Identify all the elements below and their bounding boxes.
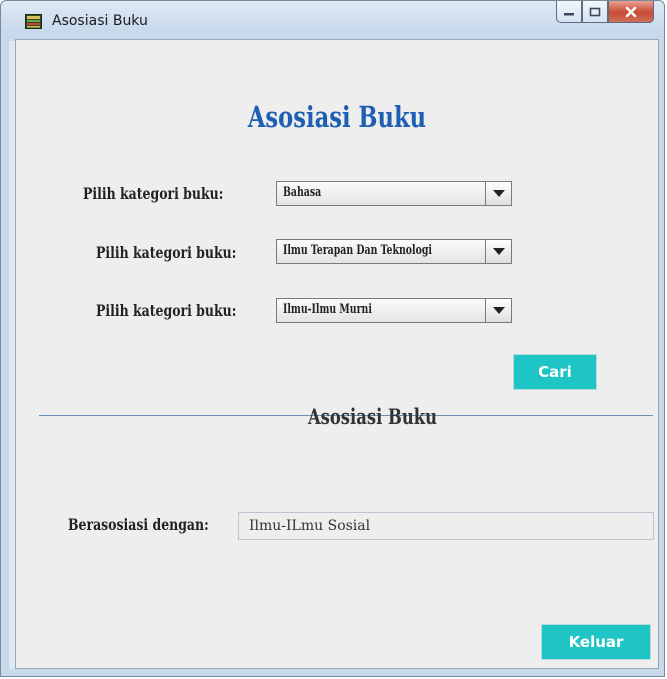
category-select-1[interactable]: Bahasa (276, 181, 512, 206)
chevron-down-icon (492, 248, 505, 255)
result-heading: Asosiasi Buku (307, 404, 438, 429)
close-icon (625, 6, 637, 17)
window-title: Asosiasi Buku (52, 13, 148, 29)
chevron-down-icon (492, 190, 505, 197)
title-bar[interactable]: Asosiasi Buku (1, 1, 664, 39)
category-select-2-value: Ilmu Terapan Dan Teknologi (283, 243, 432, 258)
maximize-icon (589, 7, 601, 16)
app-window: Asosiasi Buku Asosiasi Buku Pilih katego… (0, 0, 665, 677)
category-label-1: Pilih kategori buku: (83, 184, 224, 203)
dropdown-arrow-2[interactable] (485, 240, 511, 263)
exit-button[interactable]: Keluar (541, 624, 651, 660)
category-select-1-value: Bahasa (283, 185, 322, 200)
window-controls (556, 1, 654, 25)
minimize-icon (564, 12, 574, 15)
category-label-2: Pilih kategori buku: (96, 243, 237, 262)
search-button[interactable]: Cari (513, 354, 597, 390)
category-select-2[interactable]: Ilmu Terapan Dan Teknologi (276, 239, 512, 264)
category-select-3[interactable]: Ilmu-Ilmu Murni (276, 298, 512, 323)
chevron-down-icon (492, 307, 505, 314)
dropdown-arrow-3[interactable] (485, 299, 511, 322)
result-label: Berasosiasi dengan: (68, 515, 209, 534)
dropdown-arrow-1[interactable] (485, 182, 511, 205)
page-title: Asosiasi Buku (247, 100, 427, 134)
app-icon (25, 14, 42, 29)
category-select-3-value: Ilmu-Ilmu Murni (283, 302, 372, 317)
maximize-button[interactable] (582, 1, 608, 23)
category-label-3: Pilih kategori buku: (96, 301, 237, 320)
client-area: Asosiasi Buku Pilih kategori buku: Bahas… (15, 39, 659, 669)
result-field: Ilmu-ILmu Sosial (238, 512, 654, 540)
close-button[interactable] (608, 1, 654, 23)
minimize-button[interactable] (556, 1, 582, 23)
